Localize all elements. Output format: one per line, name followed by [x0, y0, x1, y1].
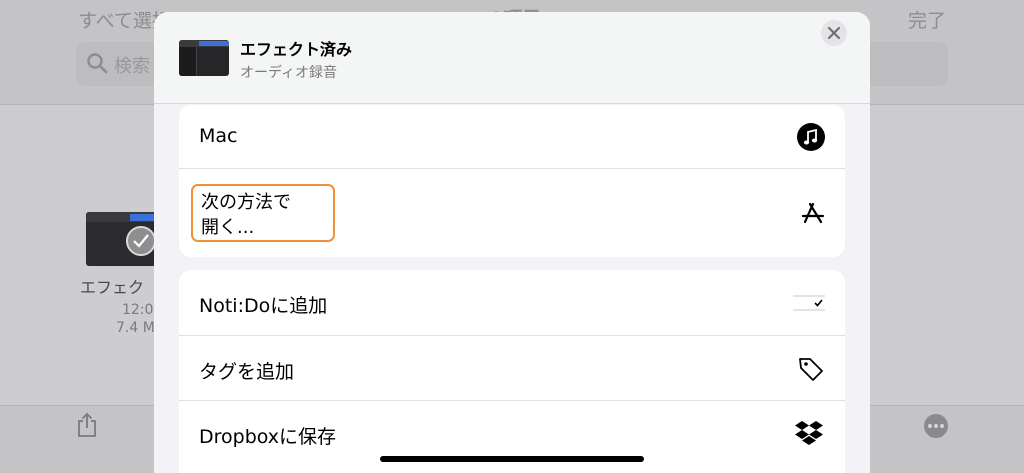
close-icon — [828, 27, 840, 39]
open-in-highlight: 次の方法で 開く... — [191, 184, 335, 242]
app-store-icon — [801, 202, 825, 224]
share-sheet-header: エフェクト済み オーディオ録音 — [154, 12, 870, 104]
action-label-dropbox: Dropboxに保存 — [199, 426, 337, 448]
action-row-add-tag[interactable]: タグを追加 — [179, 336, 845, 401]
shared-file-title: エフェクト済み — [240, 40, 353, 59]
done-button[interactable]: 完了 — [908, 6, 946, 33]
search-placeholder: 検索 — [114, 56, 150, 77]
action-row-mac[interactable]: Mac — [179, 105, 845, 169]
close-button[interactable] — [821, 20, 847, 46]
action-row-notido[interactable]: Noti:Doに追加 — [179, 270, 845, 336]
share-sheet: エフェクト済み オーディオ録音 Mac 次の方法で 開く... Noti:Doに… — [154, 12, 870, 473]
action-row-open-in[interactable]: 次の方法で 開く... — [179, 169, 845, 257]
more-options-icon[interactable] — [924, 414, 948, 438]
selected-checkmark-icon — [126, 226, 156, 256]
music-note-icon — [797, 123, 825, 151]
action-group-2: Noti:Doに追加 タグを追加 Dropboxに保存 — [179, 270, 845, 473]
notido-check-icon — [793, 295, 825, 311]
action-label-mac: Mac — [199, 125, 238, 147]
action-label-add-tag: タグを追加 — [199, 361, 295, 383]
home-indicator[interactable] — [380, 456, 644, 462]
file-size: 7.4 M — [116, 320, 155, 336]
action-label-open-in: 次の方法で 開く... — [201, 192, 291, 238]
tag-icon — [799, 358, 823, 381]
file-time: 12:0 — [122, 302, 154, 318]
dropbox-icon — [795, 421, 823, 445]
action-group-1: Mac 次の方法で 開く... — [179, 105, 845, 257]
file-thumbnail-icon — [179, 40, 229, 76]
file-name: エフェク — [80, 278, 145, 297]
search-icon — [87, 53, 108, 74]
shared-file-subtitle: オーディオ録音 — [240, 65, 338, 81]
share-icon[interactable] — [76, 412, 98, 438]
action-label-notido: Noti:Doに追加 — [199, 295, 328, 317]
